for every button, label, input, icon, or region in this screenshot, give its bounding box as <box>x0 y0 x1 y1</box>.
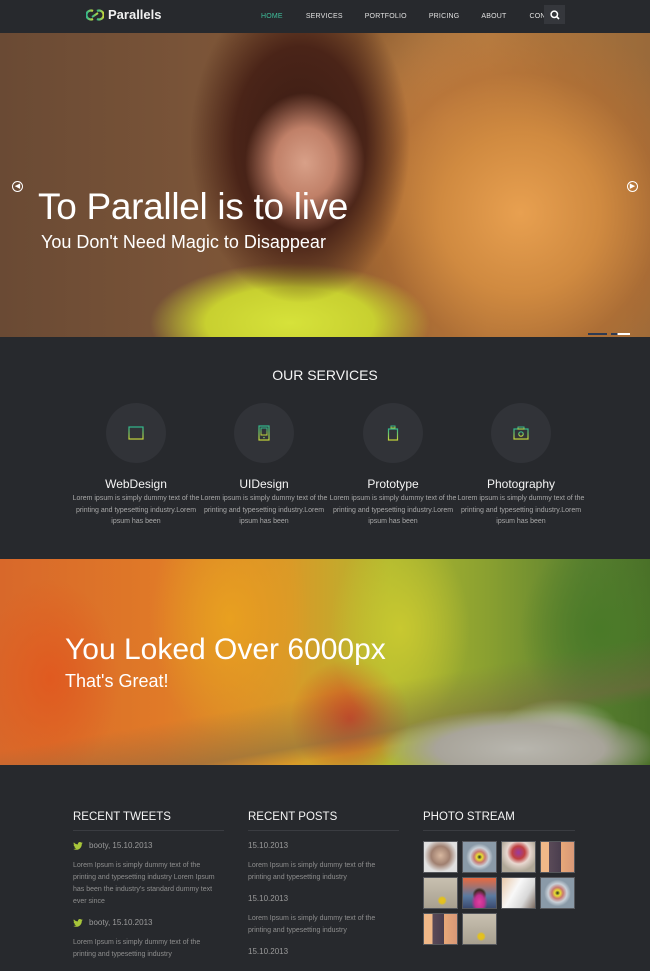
browser-window-icon <box>128 426 144 440</box>
post-date: 15.10.2013 <box>248 947 289 956</box>
slider-dot-1[interactable] <box>588 333 607 335</box>
service-title: Prototype <box>367 477 419 491</box>
widget-title: PHOTO STREAM <box>423 811 575 831</box>
tweet-header: booty, 15.10.2013 <box>73 918 224 927</box>
service-title: WebDesign <box>105 477 167 491</box>
twitter-bird-icon <box>73 918 83 927</box>
service-photography: Photography Lorem ipsum is simply dummy … <box>457 403 585 528</box>
photo-thumb[interactable] <box>423 877 458 909</box>
photo-thumb[interactable] <box>462 913 497 945</box>
widget-title: RECENT POSTS <box>248 811 399 831</box>
service-title: Photography <box>486 477 556 491</box>
post-date: 15.10.2013 <box>248 841 289 850</box>
parallax-banner: You Loked Over 6000px That's Great! <box>0 559 650 765</box>
services-section: OUR SERVICES WebDesign Lorem ipsum is si… <box>0 337 650 559</box>
brand-name: Parallels <box>108 7 162 22</box>
brand-logo[interactable]: Parallels <box>86 7 162 22</box>
main-menu: HOME SERVICES PORTFOLIO PRICING ABOUT CO… <box>255 0 564 33</box>
tweet-text: Lorem Ipsum is simply dummy text of the … <box>73 862 215 905</box>
service-icon-circle <box>363 403 423 463</box>
arrow-left-circle-icon: ◀ <box>14 183 21 190</box>
twitter-bird-icon <box>73 841 83 850</box>
banner-title: You Loked Over 6000px <box>65 633 386 666</box>
post-link[interactable]: Lorem Ipsum is simply dummy text of the … <box>248 860 399 884</box>
hero-subtitle: You Don't Need Magic to Disappear <box>41 232 326 252</box>
slider-dot-2[interactable] <box>611 333 630 335</box>
service-description: Lorem ipsum is simply dummy text of the … <box>200 495 328 525</box>
service-webdesign: WebDesign Lorem ipsum is simply dummy te… <box>72 403 200 528</box>
parallels-logo-icon <box>86 8 104 21</box>
camera-icon <box>513 426 529 440</box>
service-icon-circle <box>106 403 166 463</box>
tweet-text: Lorem Ipsum is simply dummy text of the … <box>73 939 201 958</box>
nav-pricing[interactable]: PRICING <box>429 13 460 20</box>
photo-stream-widget: PHOTO STREAM <box>423 811 575 945</box>
tweet-header: booty, 15.10.2013 <box>73 841 224 850</box>
post-date: 15.10.2013 <box>248 894 289 903</box>
arrow-right-circle-icon: ▶ <box>629 183 636 190</box>
slider-prev-button[interactable]: ◀ <box>12 181 23 192</box>
nav-portfolio[interactable]: PORTFOLIO <box>365 13 407 20</box>
widget-title: RECENT TWEETS <box>73 811 224 831</box>
services-title: OUR SERVICES <box>272 367 378 383</box>
search-icon <box>549 9 560 20</box>
photo-thumb[interactable] <box>501 841 536 873</box>
service-icon-circle <box>491 403 551 463</box>
recent-tweets-widget: RECENT TWEETS booty, 15.10.2013 Lorem Ip… <box>73 811 224 961</box>
service-description: Lorem ipsum is simply dummy text of the … <box>329 495 457 525</box>
post-link[interactable]: Lorem Ipsum is simply dummy text of the … <box>248 913 399 937</box>
photo-thumb[interactable] <box>462 841 497 873</box>
tweet-meta: booty, 15.10.2013 <box>89 841 153 850</box>
service-icon-circle <box>234 403 294 463</box>
photo-thumb[interactable] <box>501 877 536 909</box>
footer-widgets: RECENT TWEETS booty, 15.10.2013 Lorem Ip… <box>0 765 650 971</box>
photo-thumb[interactable] <box>540 877 575 909</box>
photo-thumb[interactable] <box>423 841 458 873</box>
nav-home[interactable]: HOME <box>261 13 283 20</box>
hero-slider: ◀ ▶ To Parallel is to live You Don't Nee… <box>0 33 650 337</box>
photo-thumb[interactable] <box>423 913 458 945</box>
photo-thumb[interactable] <box>540 841 575 873</box>
mobile-device-icon <box>258 425 270 441</box>
service-title: UIDesign <box>239 477 289 491</box>
photo-grid <box>423 841 575 945</box>
photo-thumb[interactable] <box>462 877 497 909</box>
slider-pagination <box>588 333 630 335</box>
nav-about[interactable]: ABOUT <box>481 13 506 20</box>
service-description: Lorem ipsum is simply dummy text of the … <box>457 495 585 525</box>
service-prototype: Prototype Lorem ipsum is simply dummy te… <box>329 403 457 528</box>
hero-title: To Parallel is to live <box>38 186 349 227</box>
recent-posts-widget: RECENT POSTS 15.10.2013 Lorem Ipsum is s… <box>248 811 399 956</box>
nav-services[interactable]: SERVICES <box>306 13 343 20</box>
slider-next-button[interactable]: ▶ <box>627 181 638 192</box>
trash-bin-icon <box>387 425 399 441</box>
service-uidesign: UIDesign Lorem ipsum is simply dummy tex… <box>200 403 328 528</box>
tweet-meta: booty, 15.10.2013 <box>89 918 153 927</box>
banner-subtitle: That's Great! <box>65 671 169 691</box>
service-description: Lorem ipsum is simply dummy text of the … <box>72 495 200 525</box>
top-navbar: Parallels HOME SERVICES PORTFOLIO PRICIN… <box>0 0 650 33</box>
search-button[interactable] <box>544 5 565 24</box>
